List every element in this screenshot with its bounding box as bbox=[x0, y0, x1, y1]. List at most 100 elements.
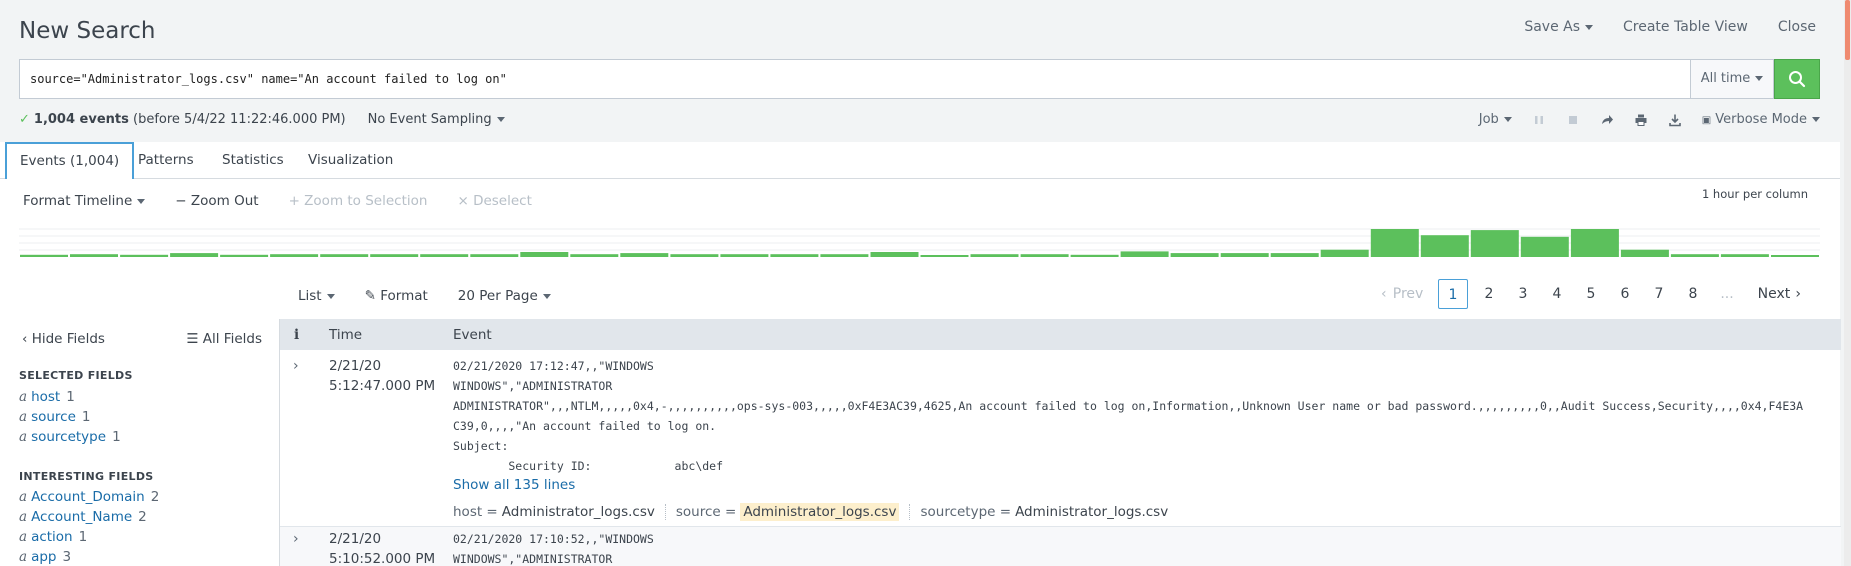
fields-sidebar: ‹ Hide Fields ☰ All Fields SELECTED FIEL… bbox=[0, 319, 279, 566]
timeline-bar[interactable] bbox=[1620, 249, 1669, 257]
timeline-bar[interactable] bbox=[1520, 236, 1569, 257]
tab-patterns[interactable]: Patterns bbox=[124, 142, 208, 179]
field-action[interactable]: a action 1 bbox=[19, 529, 87, 545]
source-tag-value[interactable]: Administrator_logs.csv bbox=[740, 503, 900, 521]
timeline-bar[interactable] bbox=[270, 254, 319, 257]
timeline-bar[interactable] bbox=[920, 255, 969, 257]
timeline-bar[interactable] bbox=[770, 254, 819, 257]
page-2-button[interactable]: 2 bbox=[1472, 279, 1506, 309]
page-5-button[interactable]: 5 bbox=[1574, 279, 1608, 309]
timeline-bar[interactable] bbox=[720, 254, 769, 257]
pause-icon[interactable] bbox=[1532, 113, 1546, 127]
timeline-bar[interactable] bbox=[70, 254, 118, 257]
timeline-bar[interactable] bbox=[1070, 254, 1119, 257]
zoom-to-selection-button[interactable]: + Zoom to Selection bbox=[289, 193, 428, 209]
tab-statistics[interactable]: Statistics bbox=[208, 142, 298, 179]
page-4-button[interactable]: 4 bbox=[1540, 279, 1574, 309]
header-actions: Save As Create Table View Close bbox=[1524, 19, 1816, 35]
timeline-bar[interactable] bbox=[1420, 235, 1469, 257]
timeline-bar[interactable] bbox=[320, 254, 369, 257]
timeline-bar[interactable] bbox=[1220, 253, 1269, 257]
all-fields-button[interactable]: ☰ All Fields bbox=[186, 331, 262, 347]
timeline-bar[interactable] bbox=[820, 254, 869, 257]
zoom-out-button[interactable]: − Zoom Out bbox=[175, 193, 258, 209]
event-time[interactable]: 2/21/20 5:10:52.000 PM bbox=[329, 529, 435, 566]
tab-events[interactable]: Events (1,004) bbox=[5, 142, 135, 180]
search-status: ✓ 1,004 events (before 5/4/22 11:22:46.00… bbox=[19, 112, 1820, 130]
print-icon[interactable] bbox=[1634, 113, 1648, 127]
timeline-bar[interactable] bbox=[1670, 254, 1719, 257]
timeline-chart[interactable] bbox=[19, 217, 1820, 257]
page-8-button[interactable]: 8 bbox=[1676, 279, 1710, 309]
prev-page-button[interactable]: ‹ Prev bbox=[1378, 279, 1428, 309]
timeline-bar[interactable] bbox=[870, 252, 919, 257]
timeline-bar[interactable] bbox=[20, 254, 68, 257]
export-icon[interactable] bbox=[1668, 113, 1682, 127]
create-table-view-link[interactable]: Create Table View bbox=[1623, 19, 1748, 35]
timeline-bar[interactable] bbox=[1570, 229, 1619, 257]
search-mode-dropdown[interactable]: ▣ Verbose Mode bbox=[1702, 112, 1820, 127]
zoom-out-label: Zoom Out bbox=[190, 193, 259, 209]
timeline-bar[interactable] bbox=[1320, 249, 1369, 257]
page-3-button[interactable]: 3 bbox=[1506, 279, 1540, 309]
search-button[interactable] bbox=[1774, 59, 1820, 99]
save-as-menu[interactable]: Save As bbox=[1524, 19, 1593, 35]
expand-chevron-icon[interactable]: › bbox=[293, 531, 299, 547]
scrollbar-thumb[interactable] bbox=[1845, 0, 1850, 60]
field-sourcetype[interactable]: a sourcetype 1 bbox=[19, 429, 121, 445]
timeline-bar[interactable] bbox=[1470, 230, 1519, 257]
expand-chevron-icon[interactable]: › bbox=[293, 358, 299, 374]
list-view-dropdown[interactable]: List bbox=[298, 288, 335, 304]
format-timeline-menu[interactable]: Format Timeline bbox=[23, 193, 145, 209]
timeline-bar[interactable] bbox=[470, 254, 519, 257]
field-host[interactable]: a host 1 bbox=[19, 389, 75, 405]
page-1-button[interactable]: 1 bbox=[1438, 279, 1468, 309]
stop-icon[interactable] bbox=[1566, 113, 1580, 127]
timeline-bar[interactable] bbox=[1771, 255, 1819, 257]
timeline-bar[interactable] bbox=[1020, 254, 1069, 257]
field-source[interactable]: a source 1 bbox=[19, 409, 91, 425]
info-column-header[interactable]: i bbox=[294, 327, 299, 343]
job-menu[interactable]: Job bbox=[1479, 112, 1512, 127]
hide-fields-button[interactable]: ‹ Hide Fields bbox=[22, 331, 105, 347]
field-account-domain[interactable]: a Account_Domain 2 bbox=[19, 489, 159, 505]
timeline-bar[interactable] bbox=[420, 254, 469, 257]
field-account-name[interactable]: a Account_Name 2 bbox=[19, 509, 147, 525]
timeline-bar[interactable] bbox=[220, 254, 269, 257]
search-input[interactable]: source="Administrator_logs.csv" name="An… bbox=[19, 59, 1690, 99]
timeline-bar[interactable] bbox=[1170, 253, 1219, 257]
results-toolbar: List ✎ Format 20 Per Page ‹ Prev 1 2 3 4… bbox=[0, 269, 1840, 319]
field-name: Account_Name bbox=[31, 509, 133, 525]
timeline-bar[interactable] bbox=[570, 254, 619, 257]
timeline-bar[interactable] bbox=[170, 253, 219, 257]
time-column-header[interactable]: Time bbox=[329, 327, 362, 343]
close-link[interactable]: Close bbox=[1778, 19, 1816, 35]
deselect-button[interactable]: × Deselect bbox=[457, 193, 531, 209]
timeline-bar[interactable] bbox=[1120, 251, 1169, 257]
host-tag-value[interactable]: Administrator_logs.csv bbox=[502, 504, 655, 520]
timeline-bar[interactable] bbox=[520, 252, 569, 257]
timeline-bar[interactable] bbox=[370, 254, 419, 257]
timeline-bar[interactable] bbox=[970, 254, 1019, 257]
page-7-button[interactable]: 7 bbox=[1642, 279, 1676, 309]
event-sampling-dropdown[interactable]: No Event Sampling bbox=[368, 112, 505, 127]
per-page-dropdown[interactable]: 20 Per Page bbox=[458, 288, 551, 304]
timeline-bar[interactable] bbox=[1720, 254, 1769, 257]
page-scrollbar[interactable] bbox=[1844, 0, 1851, 566]
timeline-bar[interactable] bbox=[1270, 253, 1319, 257]
timeline-bar[interactable] bbox=[1370, 229, 1419, 257]
format-button[interactable]: ✎ Format bbox=[365, 288, 428, 304]
timeline-bar[interactable] bbox=[670, 254, 719, 257]
event-time[interactable]: 2/21/20 5:12:47.000 PM bbox=[329, 356, 435, 396]
event-column-header[interactable]: Event bbox=[453, 327, 492, 343]
sourcetype-tag-value[interactable]: Administrator_logs.csv bbox=[1015, 504, 1168, 520]
share-icon[interactable] bbox=[1600, 113, 1614, 127]
page-6-button[interactable]: 6 bbox=[1608, 279, 1642, 309]
tab-visualization[interactable]: Visualization bbox=[294, 142, 407, 179]
timeline-bar[interactable] bbox=[120, 254, 169, 257]
timeline-bar[interactable] bbox=[620, 253, 669, 257]
field-app[interactable]: a app 3 bbox=[19, 549, 71, 565]
show-all-lines-link[interactable]: Show all 135 lines bbox=[453, 477, 575, 493]
time-range-picker[interactable]: All time bbox=[1690, 59, 1774, 99]
next-page-button[interactable]: Next › bbox=[1754, 279, 1804, 309]
